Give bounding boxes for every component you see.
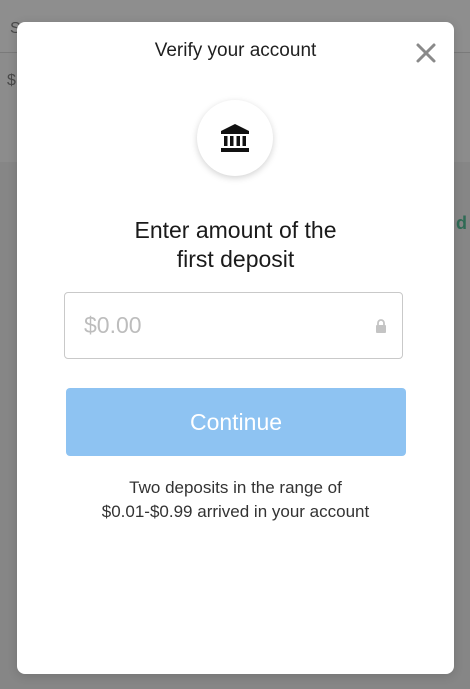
heading-line: Enter amount of the	[134, 217, 337, 243]
background-text: d	[456, 213, 467, 233]
bank-icon-badge	[197, 100, 273, 176]
instruction-heading: Enter amount of the first deposit	[17, 216, 454, 274]
verify-account-modal: Verify your account Enter amount of the …	[17, 22, 454, 674]
deposit-amount-input[interactable]	[84, 293, 364, 358]
heading-line: first deposit	[176, 246, 295, 272]
lock-icon	[376, 319, 386, 333]
close-icon	[416, 43, 436, 63]
note-line: Two deposits in the range of	[129, 478, 342, 497]
close-button[interactable]	[413, 40, 439, 66]
continue-button[interactable]: Continue	[66, 388, 406, 456]
note-line: $0.01-$0.99 arrived in your account	[101, 502, 370, 521]
background-text: $	[7, 72, 16, 89]
deposit-note: Two deposits in the range of $0.01-$0.99…	[17, 476, 454, 524]
deposit-amount-field[interactable]	[64, 292, 403, 359]
modal-title: Verify your account	[154, 40, 317, 61]
bank-icon	[221, 124, 249, 152]
